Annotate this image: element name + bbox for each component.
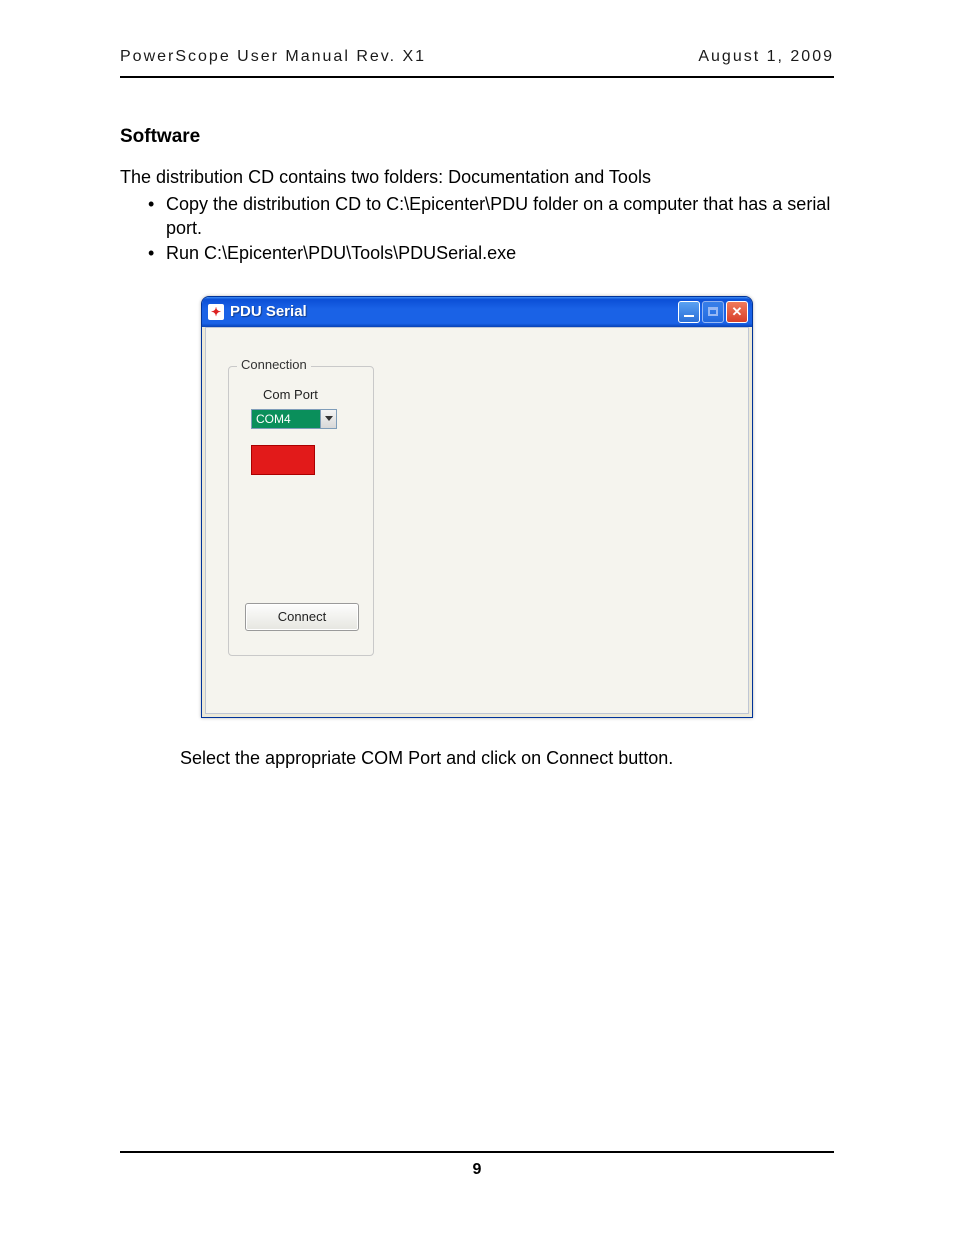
screenshot-container: ✦ PDU Serial ✕ Connection Com Port COM4 [120,296,834,718]
maximize-button [702,301,724,323]
close-button[interactable]: ✕ [726,301,748,323]
maximize-icon [708,307,718,316]
header-divider [120,76,834,78]
minimize-button[interactable] [678,301,700,323]
footer-divider [120,1151,834,1153]
connect-button[interactable]: Connect [245,603,359,631]
window-client-area: Connection Com Port COM4 Connect [205,327,749,714]
app-window: ✦ PDU Serial ✕ Connection Com Port COM4 [201,296,753,718]
titlebar[interactable]: ✦ PDU Serial ✕ [202,297,752,327]
chevron-down-icon[interactable] [320,410,336,428]
groupbox-legend: Connection [237,357,311,372]
page-number: 9 [120,1161,834,1179]
minimize-icon [684,315,694,317]
status-indicator [251,445,315,475]
window-title: PDU Serial [230,303,678,320]
caption-text: Select the appropriate COM Port and clic… [180,748,834,769]
connection-groupbox: Connection Com Port COM4 Connect [228,366,374,656]
intro-text: The distribution CD contains two folders… [120,166,834,189]
close-icon: ✕ [732,305,743,318]
com-port-value: COM4 [252,410,320,428]
header-right: August 1, 2009 [698,48,834,66]
list-item: Run C:\Epicenter\PDU\Tools\PDUSerial.exe [148,242,834,265]
com-port-select[interactable]: COM4 [251,409,337,429]
header-left: PowerScope User Manual Rev. X1 [120,48,426,66]
com-port-label: Com Port [263,387,318,402]
list-item: Copy the distribution CD to C:\Epicenter… [148,193,834,240]
section-title: Software [120,126,834,148]
bullet-list: Copy the distribution CD to C:\Epicenter… [120,193,834,265]
app-icon: ✦ [208,304,224,320]
